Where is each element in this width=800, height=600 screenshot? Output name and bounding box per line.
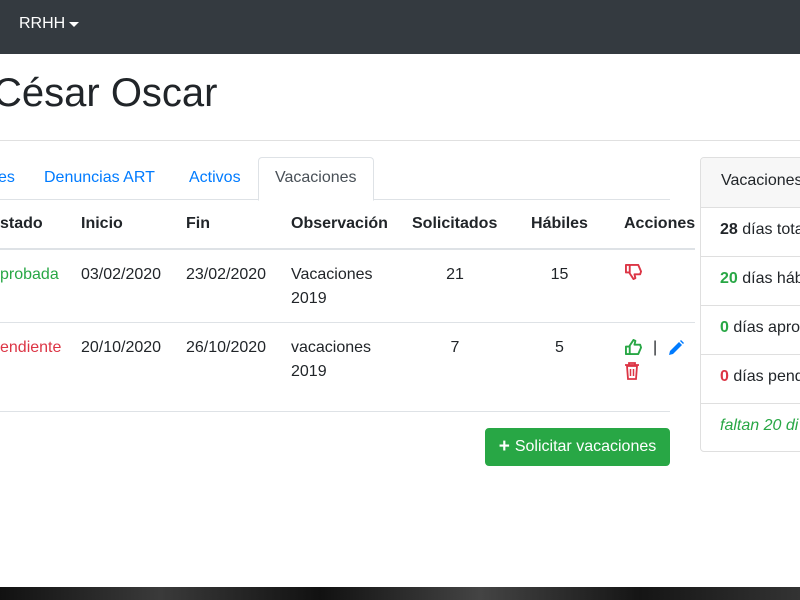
summary-pending-num: 0 xyxy=(720,368,729,385)
actions-cell: | xyxy=(603,321,696,411)
start-date-cell: 03/02/2020 xyxy=(81,266,162,283)
summary-approved-text: días apro xyxy=(728,319,800,336)
tab-bar: es Denuncias ART Activos Vacaciones xyxy=(0,157,670,201)
plus-icon: + xyxy=(498,435,510,457)
actions-group-second-line xyxy=(624,361,695,388)
actions-separator: | xyxy=(653,338,658,356)
col-header-estado[interactable]: stado xyxy=(0,200,81,250)
status-cell: probada xyxy=(0,266,59,283)
col-header-inicio[interactable]: Inicio xyxy=(81,200,186,250)
summary-remaining-note: faltan 20 di xyxy=(720,417,799,434)
summary-working-days: 20 días háb xyxy=(701,257,800,306)
observation-line-2: 2019 xyxy=(291,290,327,307)
observation-line-2: 2019 xyxy=(291,362,327,380)
summary-approved-num: 0 xyxy=(720,319,729,336)
summary-approved-days: 0 días apro xyxy=(701,306,800,355)
tab-vacaciones[interactable]: Vacaciones xyxy=(258,157,374,201)
start-date-cell: 20/10/2020 xyxy=(81,321,186,411)
request-vacation-label: Solicitar vacaciones xyxy=(514,438,657,455)
top-navbar: RRHH xyxy=(0,0,800,54)
col-header-observacion[interactable]: Observación xyxy=(291,200,412,250)
observation-line-1: vacaciones xyxy=(291,338,372,356)
table-row: endiente 20/10/2020 26/10/2020 vacacione… xyxy=(0,321,696,411)
actions-cell xyxy=(603,249,695,322)
col-header-solicitados[interactable]: Solicitados xyxy=(412,200,522,250)
working-days-cell: 15 xyxy=(550,266,569,283)
desktop-background-strip xyxy=(0,587,800,600)
requested-days-cell: 21 xyxy=(446,266,464,283)
rrhh-menu-label: RRHH xyxy=(19,15,66,32)
actions-group: | xyxy=(624,336,695,360)
observation-cell: vacaciones 2019 xyxy=(291,321,412,411)
tab-activos[interactable]: Activos xyxy=(189,157,241,200)
observation-cell: Vacaciones 2019 xyxy=(291,249,412,322)
status-cell: endiente xyxy=(0,321,81,411)
tab-partial[interactable]: es xyxy=(0,157,15,200)
vacations-table: stado Inicio Fin Observación Solicitados… xyxy=(0,200,696,411)
summary-working-text: días háb xyxy=(737,270,800,287)
actions-group xyxy=(624,263,695,280)
summary-pending-days: 0 días pend xyxy=(701,355,800,404)
requested-days-cell: 7 xyxy=(412,321,522,411)
end-date-cell: 26/10/2020 xyxy=(186,321,291,411)
main-content: César Oscar es Denuncias ART Activos Vac… xyxy=(0,54,800,587)
vacation-summary-card: Vacaciones 28 días tota 20 días háb 0 dí… xyxy=(700,157,800,452)
table-bottom-divider xyxy=(0,411,670,412)
summary-card-header: Vacaciones xyxy=(701,158,800,208)
tab-denuncias-art[interactable]: Denuncias ART xyxy=(44,157,155,200)
table-header-row: stado Inicio Fin Observación Solicitados… xyxy=(0,200,696,250)
rrhh-menu-dropdown[interactable]: RRHH xyxy=(19,15,80,33)
trash-icon[interactable] xyxy=(624,361,640,388)
col-header-fin[interactable]: Fin xyxy=(186,200,291,250)
summary-working-num: 20 xyxy=(720,270,738,287)
pencil-icon[interactable] xyxy=(667,339,685,357)
summary-pending-text: días pend xyxy=(728,368,800,385)
col-header-habiles[interactable]: Hábiles xyxy=(522,200,603,250)
table-row: probada 03/02/2020 23/02/2020 Vacaciones… xyxy=(0,249,695,322)
summary-total-text: días tota xyxy=(737,221,800,238)
observation-line-1: Vacaciones xyxy=(291,266,373,283)
summary-total-num: 28 xyxy=(720,221,738,238)
summary-total-days: 28 días tota xyxy=(701,208,800,257)
title-divider xyxy=(0,140,800,141)
caret-down-icon xyxy=(69,22,80,27)
col-header-acciones[interactable]: Acciones xyxy=(603,200,696,250)
end-date-cell: 23/02/2020 xyxy=(186,266,267,283)
working-days-cell: 5 xyxy=(522,321,603,411)
thumbs-up-icon[interactable] xyxy=(624,339,643,356)
thumbs-down-icon[interactable] xyxy=(624,263,643,280)
page-title: César Oscar xyxy=(0,71,218,115)
request-vacation-button[interactable]: + Solicitar vacaciones xyxy=(485,428,670,466)
